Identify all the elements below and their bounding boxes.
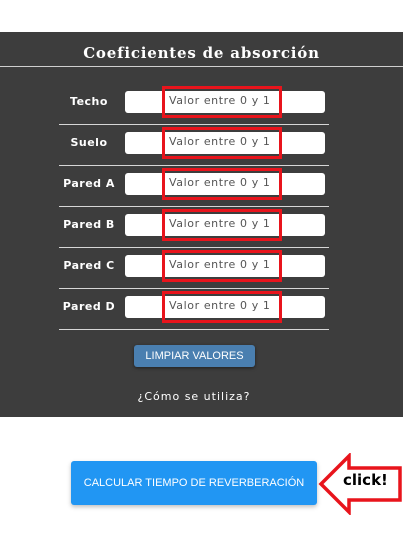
placeholder-pared-a: Valor entre 0 y 1: [169, 176, 271, 189]
placeholder-pared-b: Valor entre 0 y 1: [169, 217, 271, 230]
placeholder-pared-d: Valor entre 0 y 1: [169, 299, 271, 312]
row-pared-d: Pared D Valor entre 0 y 1: [59, 289, 329, 330]
row-pared-a: Pared A Valor entre 0 y 1: [59, 166, 329, 207]
how-to-use-link[interactable]: ¿Cómo se utiliza?: [0, 390, 388, 403]
label-pared-b: Pared B: [63, 218, 115, 231]
title-divider: [0, 66, 403, 67]
row-pared-b: Pared B Valor entre 0 y 1: [59, 207, 329, 248]
row-divider: [59, 329, 329, 330]
placeholder-pared-c: Valor entre 0 y 1: [169, 258, 271, 271]
panel-title: Coeficientes de absorción: [83, 44, 320, 62]
placeholder-techo: Valor entre 0 y 1: [169, 94, 271, 107]
label-suelo: Suelo: [70, 136, 108, 149]
row-pared-c: Pared C Valor entre 0 y 1: [59, 248, 329, 289]
clear-values-button[interactable]: LIMPIAR VALORES: [134, 345, 255, 367]
label-techo: Techo: [70, 95, 108, 108]
calculate-reverberation-button[interactable]: CALCULAR TIEMPO DE REVERBERACIÓN: [71, 461, 317, 505]
label-pared-c: Pared C: [63, 259, 115, 272]
label-pared-d: Pared D: [62, 300, 116, 313]
absorption-panel: Coeficientes de absorción Techo Valor en…: [0, 32, 403, 417]
label-pared-a: Pared A: [63, 177, 115, 190]
click-callout-text: click!: [343, 471, 388, 489]
row-techo: Techo Valor entre 0 y 1: [59, 84, 329, 125]
placeholder-suelo: Valor entre 0 y 1: [169, 135, 271, 148]
row-suelo: Suelo Valor entre 0 y 1: [59, 125, 329, 166]
